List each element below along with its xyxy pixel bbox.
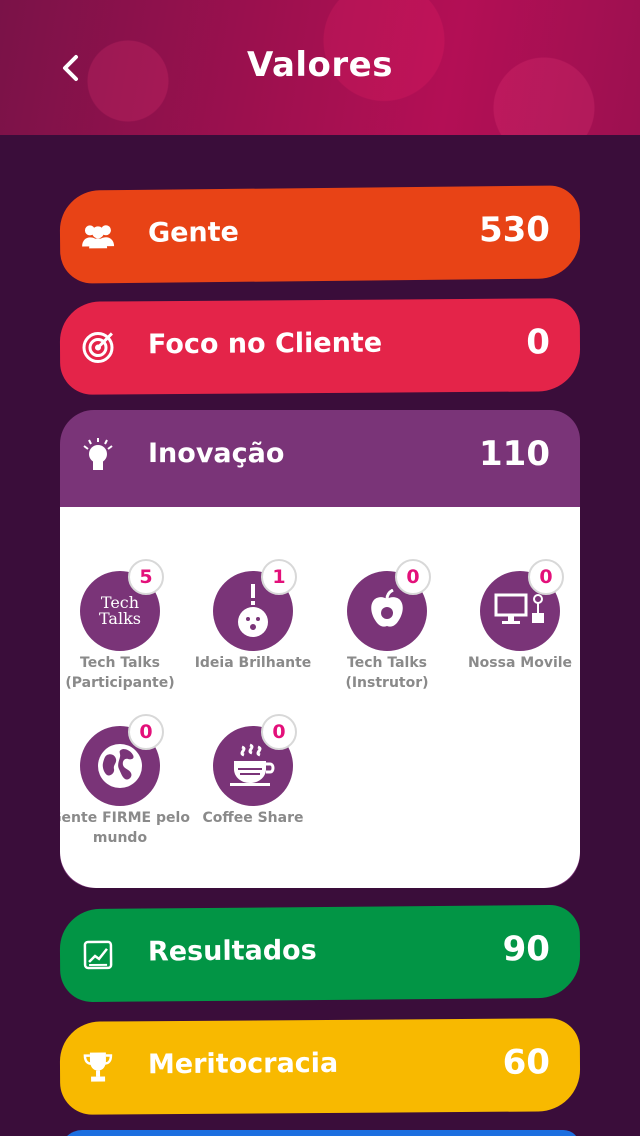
- target-icon: [80, 329, 116, 365]
- badge-label: Coffee Share: [202, 810, 304, 826]
- chart-icon: [80, 937, 116, 973]
- trophy-icon: [80, 1049, 116, 1085]
- badge-count: 5: [128, 559, 164, 595]
- lightbulb-icon: [80, 438, 116, 474]
- value-name: Meritocracia: [147, 1047, 339, 1081]
- value-name: Inovação: [148, 438, 285, 469]
- value-score: 0: [526, 322, 551, 363]
- badges-panel: Tech Talks 5 Tech Talks (Participante) 1…: [60, 507, 580, 888]
- value-card-foco-no-cliente[interactable]: Foco no Cliente 0: [59, 298, 581, 395]
- badge-count: 0: [128, 714, 164, 750]
- value-card-inovacao[interactable]: Inovação 110 Tech Talks 5 Tech Talks (Pa…: [60, 410, 580, 888]
- badge-label: Gente FIRME pelo mundo: [60, 810, 190, 846]
- value-card-resultados[interactable]: Resultados 90: [59, 904, 581, 1003]
- value-name: Gente: [147, 216, 240, 249]
- value-score: 530: [478, 209, 551, 251]
- badge-label: Tech Talks (Participante): [65, 655, 175, 691]
- tech-talks-icon-line-2: Talks: [99, 609, 141, 628]
- value-score: 110: [479, 434, 550, 474]
- users-icon: [80, 218, 116, 254]
- value-card-gente[interactable]: Gente 530: [59, 185, 581, 284]
- value-card-meritocracia[interactable]: Meritocracia 60: [59, 1018, 581, 1115]
- value-score: 90: [502, 928, 551, 970]
- value-card-next-partial[interactable]: [60, 1130, 580, 1136]
- badge-label: Tech Talks (Instrutor): [345, 655, 429, 691]
- header: Valores: [0, 0, 640, 135]
- badge-label: Nossa Movile: [467, 655, 573, 671]
- value-score: 60: [502, 1042, 551, 1083]
- badge-count: 0: [395, 559, 431, 595]
- value-name: Resultados: [147, 935, 317, 968]
- value-name: Foco no Cliente: [147, 327, 383, 361]
- badge-count: 0: [261, 714, 297, 750]
- badge-label: Ideia Brilhante: [194, 655, 312, 671]
- badge-count: 1: [261, 559, 297, 595]
- page-title: Valores: [247, 45, 393, 85]
- badge-count: 0: [528, 559, 564, 595]
